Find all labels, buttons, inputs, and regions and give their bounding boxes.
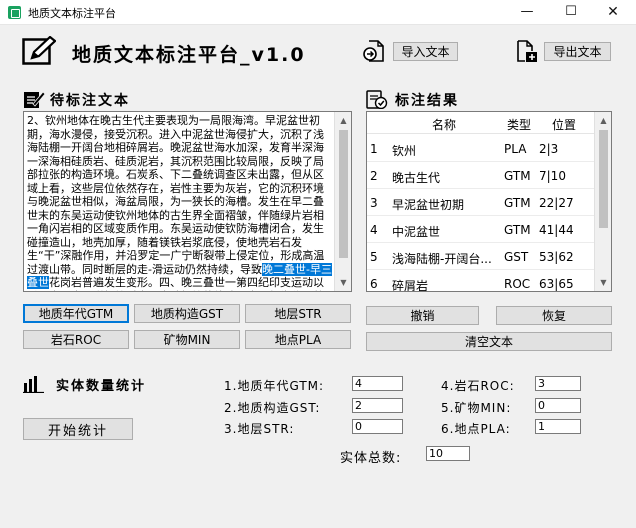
stat-value-str[interactable]: 0 [352,419,403,434]
redo-button[interactable]: 恢复 [496,306,612,325]
import-text-button[interactable]: 导入文本 [393,42,458,61]
row-index: 5 [370,250,378,264]
row-index: 6 [370,277,378,291]
row-position: 2|3 [539,142,559,156]
stat-value-min[interactable]: 0 [535,398,581,413]
table-header: 名称 类型 位置 [367,112,596,134]
title-bar: 地质文本标注平台 — ☐ ✕ [0,0,636,25]
scrollbar-thumb[interactable] [339,130,348,258]
table-row[interactable]: 4 中泥盆世 GTM 41|44 [367,216,596,243]
maximize-button[interactable]: ☐ [558,3,584,21]
clear-text-button[interactable]: 清空文本 [366,332,612,351]
row-position: 41|44 [539,223,574,237]
table-row[interactable]: 1 钦州 PLA 2|3 [367,135,596,162]
total-count-label: 实体总数: [340,451,402,466]
source-text-box[interactable]: 2、钦州地体在晚古生代主要表现为一局限海湾。早泥盆世初期，海水漫侵，接受沉积。进… [23,111,352,292]
scrollbar-thumb[interactable] [599,130,608,228]
column-header-name[interactable]: 名称 [432,116,456,133]
document-edit-icon [24,91,45,108]
row-index: 2 [370,169,378,183]
stat-value-gtm[interactable]: 4 [352,376,403,391]
scroll-down-icon[interactable]: ▼ [335,274,351,291]
export-icon [517,40,537,62]
minimize-button[interactable]: — [514,3,540,21]
row-name: 早泥盆世初期 [392,198,465,212]
pending-text-title: 待标注文本 [50,93,130,109]
row-index: 4 [370,223,378,237]
text-scrollbar[interactable]: ▲ ▼ [334,112,351,291]
stat-label-roc: 4.岩石ROC: [441,379,515,393]
row-type: GTM [504,223,531,237]
table-scrollbar[interactable]: ▲ ▼ [594,112,611,291]
edit-logo-icon [22,36,56,65]
row-index: 3 [370,196,378,210]
table-row[interactable]: 6 碎屑岩 ROC 63|65 [367,270,596,292]
window-title: 地质文本标注平台 [28,7,116,20]
undo-button[interactable]: 撤销 [366,306,479,325]
tag-pla-button[interactable]: 地点PLA [245,330,351,349]
app-title: 地质文本标注平台_v1.0 [72,44,306,66]
row-position: 63|65 [539,277,574,291]
stat-value-gst[interactable]: 2 [352,398,403,413]
stat-value-pla[interactable]: 1 [535,419,581,434]
column-header-position[interactable]: 位置 [552,116,576,133]
row-name: 钦州 [392,144,417,158]
stat-label-str: 3.地层STR: [224,422,295,436]
row-name: 中泥盆世 [392,225,441,239]
row-position: 22|27 [539,196,574,210]
stat-label-gtm: 1.地质年代GTM: [224,379,325,393]
table-row[interactable]: 3 早泥盆世初期 GTM 22|27 [367,189,596,216]
checklist-icon [366,90,388,109]
row-position: 53|62 [539,250,574,264]
export-text-button[interactable]: 导出文本 [544,42,611,61]
scroll-up-icon[interactable]: ▲ [335,112,351,129]
import-icon [363,40,384,62]
row-name: 浅海陆棚-开阔台... [392,252,492,266]
scroll-up-icon[interactable]: ▲ [595,112,611,129]
close-button[interactable]: ✕ [600,3,626,21]
stat-value-roc[interactable]: 3 [535,376,581,391]
start-stats-button[interactable]: 开始统计 [23,418,133,440]
row-type: GTM [504,169,531,183]
column-header-type[interactable]: 类型 [507,116,531,133]
stat-label-min: 5.矿物MIN: [441,401,512,415]
row-type: PLA [504,142,527,156]
row-position: 7|10 [539,169,566,183]
source-text: 2、钦州地体在晚古生代主要表现为一局限海湾。早泥盆世初期，海水漫侵，接受沉积。进… [27,114,332,291]
tag-gst-button[interactable]: 地质构造GST [134,304,240,323]
stat-label-gst: 2.地质构造GST: [224,401,321,415]
row-type: GTM [504,196,531,210]
row-type: GST [504,250,529,264]
scroll-down-icon[interactable]: ▼ [595,274,611,291]
entity-stats-title: 实体数量统计 [56,379,147,394]
table-row[interactable]: 5 浅海陆棚-开阔台... GST 53|62 [367,243,596,270]
tag-gtm-button[interactable]: 地质年代GTM [23,304,129,323]
annotation-result-title: 标注结果 [395,93,459,109]
row-name: 晚古生代 [392,171,441,185]
row-type: ROC [504,277,531,291]
tag-str-button[interactable]: 地层STR [245,304,351,323]
stat-label-pla: 6.地点PLA: [441,422,511,436]
row-name: 碎屑岩 [392,279,429,292]
tag-min-button[interactable]: 矿物MIN [134,330,240,349]
total-count-value[interactable]: 10 [426,446,470,461]
tag-roc-button[interactable]: 岩石ROC [23,330,129,349]
bar-chart-icon [23,376,44,393]
table-row[interactable]: 2 晚古生代 GTM 7|10 [367,162,596,189]
app-icon [8,6,21,19]
annotation-table[interactable]: 名称 类型 位置 1 钦州 PLA 2|3 2 晚古生代 GTM 7|10 3 早泥盆世初期 GTM… [366,111,612,292]
row-index: 1 [370,142,378,156]
